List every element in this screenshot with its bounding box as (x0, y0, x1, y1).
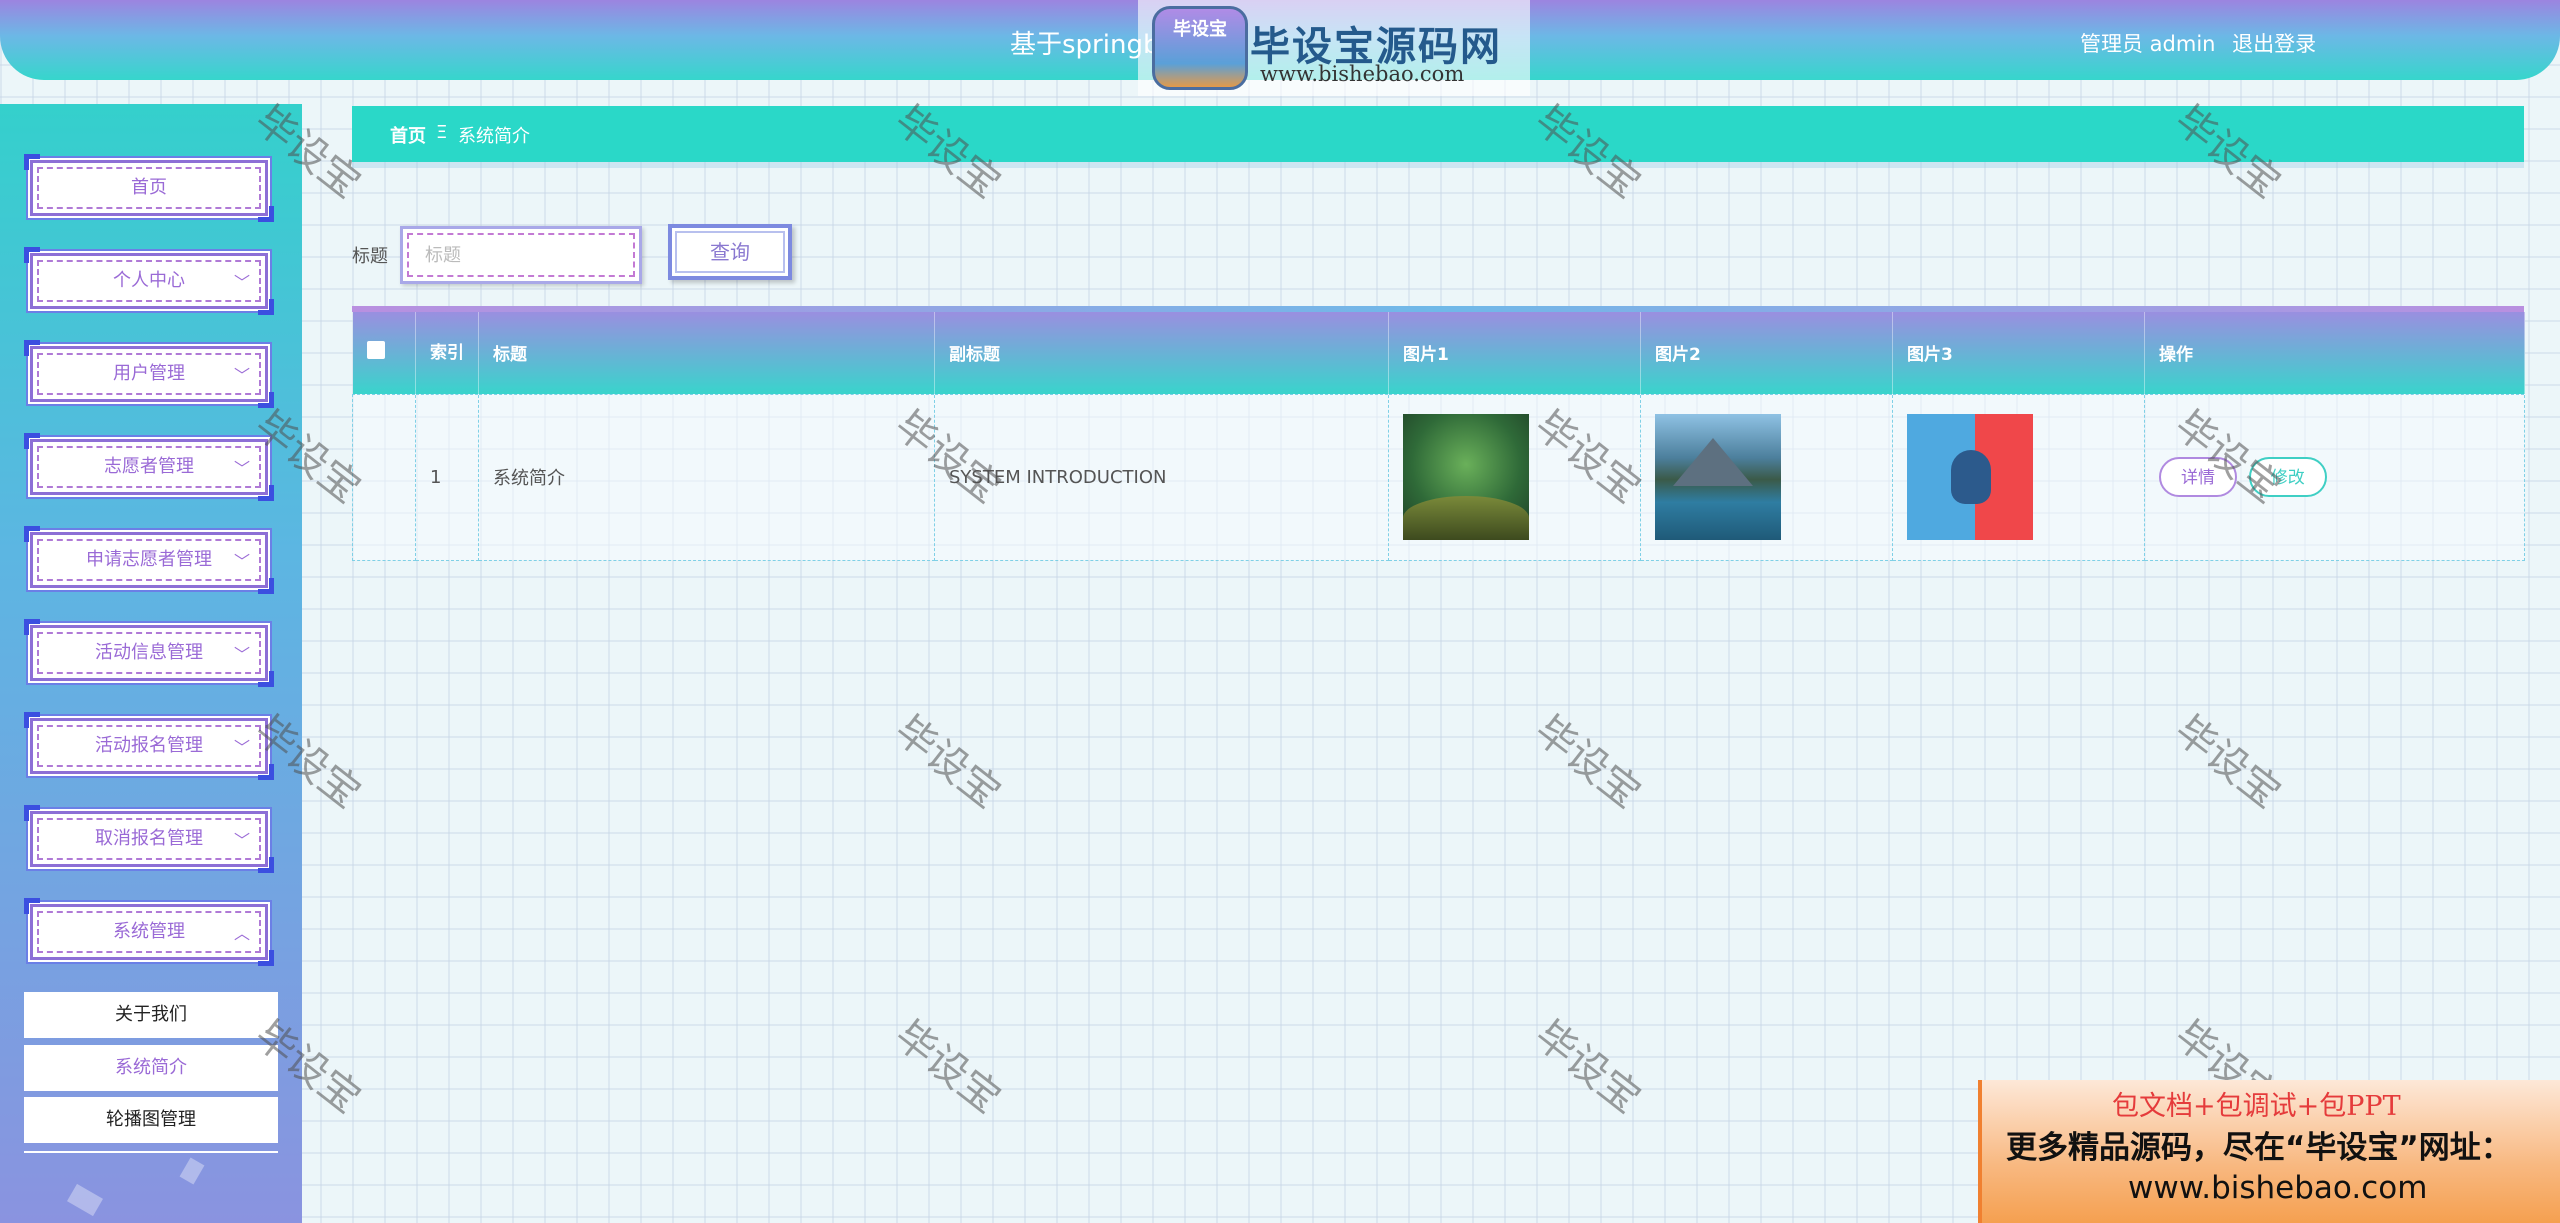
chevron-down-icon: ﹀ (233, 645, 250, 664)
column-header-index: 索引 (415, 312, 479, 394)
detail-button[interactable]: 详情 (2159, 457, 2237, 497)
cell-image2 (1640, 393, 1893, 561)
logo-watermark: 毕设宝 毕设宝源码网 www.bishebao.com (1138, 0, 1530, 96)
logo-url: www.bishebao.com (1260, 62, 1465, 86)
sidebar-item-activity-signup[interactable]: 活动报名管理 ﹀ (24, 710, 274, 782)
logo-badge-text: 毕设宝 (1173, 19, 1227, 40)
sidebar-item-users[interactable]: 用户管理 ﹀ (24, 338, 274, 410)
cell-actions: 详情 修改 (2144, 393, 2525, 561)
chevron-down-icon: ﹀ (233, 459, 250, 478)
cell-title: 系统简介 (478, 393, 935, 561)
promo-line1: 包文档+包调试+包PPT (2112, 1091, 2401, 1122)
sidebar-item-cancel-signup[interactable]: 取消报名管理 ﹀ (24, 803, 274, 875)
mountain-lake-photo[interactable] (1655, 414, 1781, 540)
query-button[interactable]: 查询 (668, 224, 792, 280)
sidebar-item-volunteers[interactable]: 志愿者管理 ﹀ (24, 431, 274, 503)
search-field-wrapper (400, 226, 642, 284)
chevron-up-icon: ︿ (233, 924, 250, 943)
checkbox-icon[interactable] (366, 341, 385, 360)
chevron-down-icon: ﹀ (233, 738, 250, 757)
green-moss-photo[interactable] (1403, 414, 1529, 540)
column-header-title: 标题 (478, 312, 935, 394)
promo-line2: 更多精品源码，尽在“毕设宝”网址： (2006, 1130, 2512, 1166)
sidebar-item-home[interactable]: 首页 (24, 152, 274, 224)
column-header-subtitle: 副标题 (934, 312, 1389, 394)
search-label: 标题 (352, 246, 388, 267)
sidebar-item-personal-center[interactable]: 个人中心 ﹀ (24, 245, 274, 317)
chevron-down-icon: ﹀ (233, 831, 250, 850)
column-header-actions: 操作 (2144, 312, 2525, 394)
table-header-row: 索引 标题 副标题 图片1 图片2 图片3 操作 (352, 312, 2525, 394)
select-all-checkbox[interactable] (352, 312, 416, 394)
logout-link[interactable]: 退出登录 (2232, 32, 2316, 56)
image-left-half (1907, 414, 1991, 540)
sidebar-item-activity-info[interactable]: 活动信息管理 ﹀ (24, 617, 274, 689)
submenu-carousel[interactable]: 轮播图管理 (24, 1097, 278, 1143)
sidebar-item-volunteer-applications[interactable]: 申请志愿者管理 ﹀ (24, 524, 274, 596)
gamepad-illustration[interactable] (1907, 414, 2033, 540)
submenu-about-us[interactable]: 关于我们 (24, 992, 278, 1038)
column-header-image1: 图片1 (1388, 312, 1641, 394)
sidebar-item-label: 首页 (131, 177, 167, 198)
background-grid (0, 0, 2560, 1223)
divider (24, 1151, 278, 1153)
mountain-shape (1673, 438, 1753, 486)
user-label: 管理员 admin (2080, 32, 2216, 56)
logo-badge-icon: 毕设宝 (1152, 6, 1248, 90)
row-checkbox-cell[interactable] (352, 393, 416, 561)
chevron-down-icon: ﹀ (233, 366, 250, 385)
cell-index: 1 (415, 393, 479, 561)
edit-button[interactable]: 修改 (2248, 457, 2327, 497)
sidebar-item-system[interactable]: 系统管理 ︿ (24, 896, 274, 968)
user-area: 管理员 admin 退出登录 (2080, 28, 2326, 58)
cell-subtitle: SYSTEM INTRODUCTION (934, 393, 1389, 561)
title-search-input[interactable] (407, 233, 635, 277)
breadcrumb: 首页 Ξ 系统简介 (352, 106, 2524, 162)
chevron-down-icon: ﹀ (233, 552, 250, 571)
cell-image3 (1892, 393, 2145, 561)
promo-url[interactable]: www.bishebao.com (2128, 1170, 2427, 1206)
gamepad-icon (1951, 450, 1991, 504)
breadcrumb-separator-icon: Ξ (436, 122, 448, 143)
column-header-image2: 图片2 (1640, 312, 1893, 394)
submenu-system-intro[interactable]: 系统简介 (24, 1045, 278, 1091)
query-button-label: 查询 (710, 240, 750, 264)
table-row: 1 系统简介 SYSTEM INTRODUCTION 详情 修改 (352, 393, 2525, 561)
data-table: 索引 标题 副标题 图片1 图片2 图片3 操作 1 系统简介 SYSTEM I… (352, 306, 2525, 561)
promo-banner: 包文档+包调试+包PPT 更多精品源码，尽在“毕设宝”网址： www.bishe… (1978, 1080, 2560, 1223)
breadcrumb-current: 系统简介 (458, 126, 530, 147)
column-header-image3: 图片3 (1892, 312, 2145, 394)
cell-image1 (1388, 393, 1641, 561)
chevron-down-icon: ﹀ (233, 273, 250, 292)
moss-shape (1403, 496, 1529, 540)
breadcrumb-home[interactable]: 首页 (390, 122, 426, 148)
